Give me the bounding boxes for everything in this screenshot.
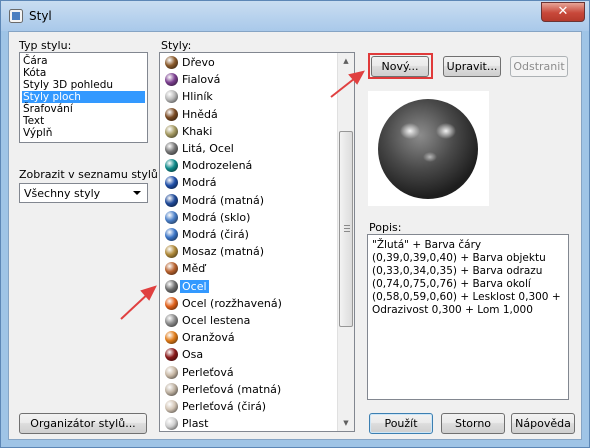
style-dialog: Styl ✕ Typ stylu: Čára Kóta Styly 3D pohle… [0,0,590,448]
annotation-arrows [120,70,365,320]
